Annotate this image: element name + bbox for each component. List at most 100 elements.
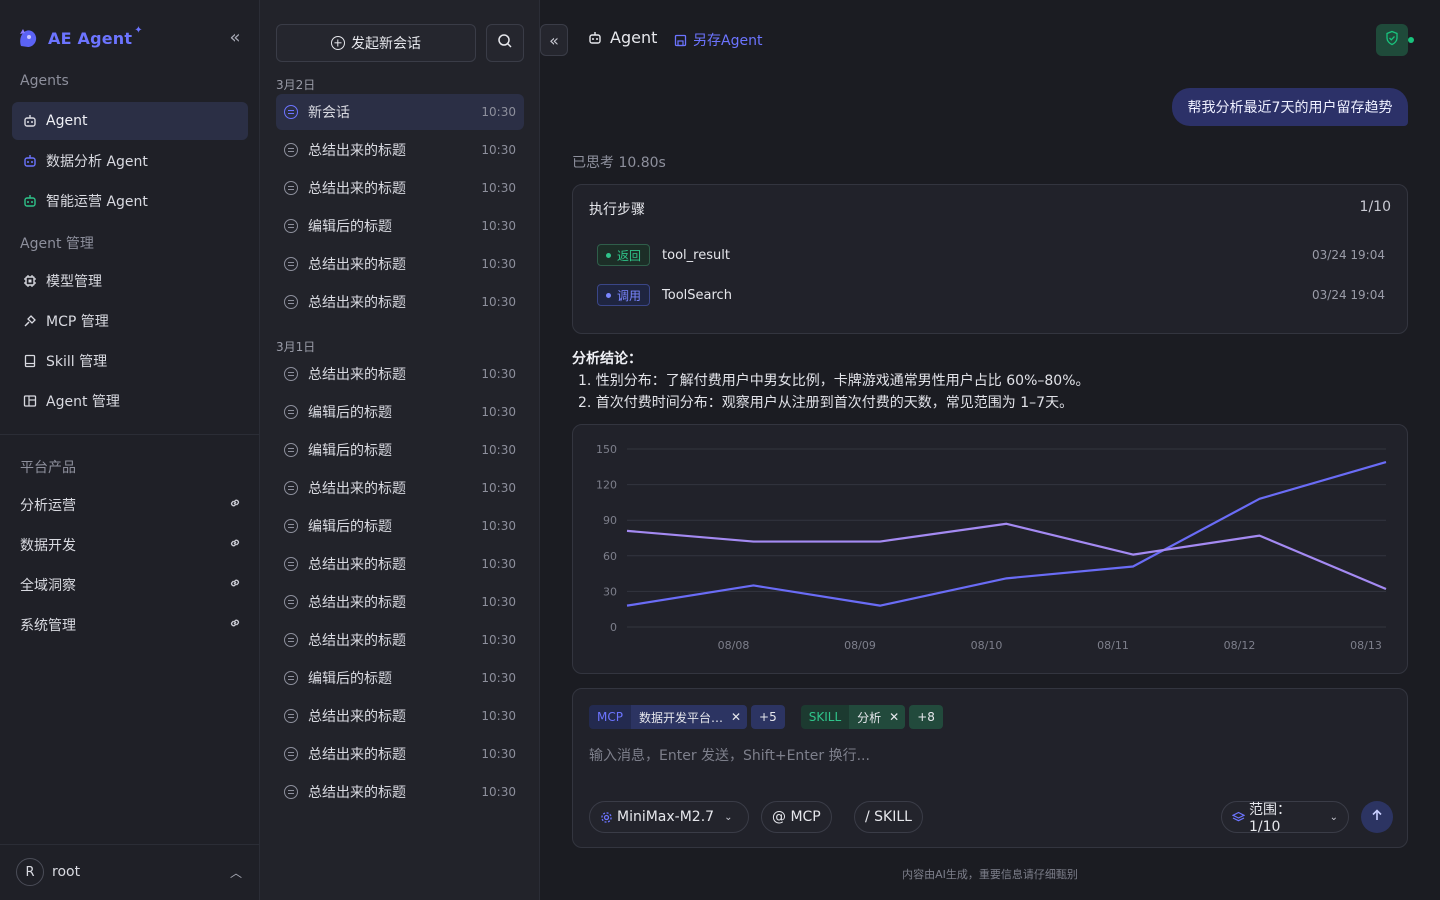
chevron-down-icon: ⌄ <box>724 811 733 823</box>
conversation-item[interactable]: 编辑后的标题 10:30 <box>276 394 524 430</box>
platform-link-system-management[interactable]: 系统管理 <box>20 614 242 636</box>
close-icon[interactable]: ✕ <box>889 710 899 724</box>
conversation-time: 10:30 <box>481 671 516 685</box>
skill-chip-value-wrap: 分析 ✕ <box>849 705 906 729</box>
conversation-time: 10:30 <box>481 219 516 233</box>
sidebar-item-model-management[interactable]: 模型管理 <box>12 262 248 300</box>
avatar: R <box>16 858 44 886</box>
dot-icon <box>606 292 611 298</box>
skill-button[interactable]: / SKILL <box>854 801 923 833</box>
new-chat-label: 发起新会话 <box>351 36 421 52</box>
conversation-title: 总结出来的标题 <box>308 143 406 159</box>
gear-icon <box>600 811 613 824</box>
conversation-time: 10:30 <box>481 367 516 381</box>
mcp-button[interactable]: @ MCP <box>761 801 832 833</box>
sidebar-item-agent-management[interactable]: Agent 管理 <box>12 382 248 420</box>
chat-bubble-icon <box>284 405 298 419</box>
conversation-title: 编辑后的标题 <box>308 671 392 687</box>
conversation-item[interactable]: 总结出来的标题 10:30 <box>276 774 524 810</box>
step-row[interactable]: 返回 tool_result 03/24 19:04 <box>597 243 1385 267</box>
close-icon[interactable]: ✕ <box>731 710 741 724</box>
conversation-item[interactable]: 总结出来的标题 10:30 <box>276 736 524 772</box>
send-button[interactable] <box>1361 801 1393 833</box>
app-name: AE Agent <box>48 28 133 48</box>
conversation-title: 编辑后的标题 <box>308 443 392 459</box>
more-mcp-badge[interactable]: +5 <box>751 705 785 729</box>
conversation-item[interactable]: 编辑后的标题 10:30 <box>276 432 524 468</box>
conversation-time: 10:30 <box>481 295 516 309</box>
sidebar-item-label: MCP 管理 <box>46 314 109 330</box>
sidebar-item-label: 模型管理 <box>46 274 102 290</box>
conversation-item[interactable]: 总结出来的标题 10:30 <box>276 698 524 734</box>
user-menu[interactable]: R root ︿ <box>16 856 248 888</box>
conversation-item[interactable]: 总结出来的标题 10:30 <box>276 622 524 658</box>
sidebar-item-data-analysis-agent[interactable]: 数据分析 Agent <box>12 142 248 180</box>
sidebar-divider <box>0 844 259 845</box>
sidebar-item-label: Agent 管理 <box>46 394 120 410</box>
conversation-item[interactable]: 总结出来的标题 10:30 <box>276 584 524 620</box>
sidebar-item-label: Skill 管理 <box>46 354 108 370</box>
robot-icon <box>22 193 38 209</box>
plug-icon <box>22 313 38 329</box>
sidebar-item-skill-management[interactable]: Skill 管理 <box>12 342 248 380</box>
conversation-item[interactable]: 编辑后的标题 10:30 <box>276 508 524 544</box>
scope-select[interactable]: 范围：1/10 ⌄ <box>1221 801 1349 835</box>
y-tick-label: 90 <box>603 514 617 527</box>
collapse-sidebar-button[interactable]: « <box>224 28 246 50</box>
conversation-item[interactable]: 总结出来的标题 10:30 <box>276 470 524 506</box>
conversation-item[interactable]: 编辑后的标题 10:30 <box>276 660 524 696</box>
conversation-item[interactable]: 总结出来的标题 10:30 <box>276 246 524 282</box>
conversation-item[interactable]: 编辑后的标题 10:30 <box>276 208 524 244</box>
conversation-item[interactable]: 总结出来的标题 10:30 <box>276 132 524 168</box>
conversation-item[interactable]: 总结出来的标题 10:30 <box>276 356 524 392</box>
model-name: MiniMax-M2.7 <box>617 809 715 825</box>
logo[interactable]: AE Agent ✦ « <box>16 24 246 52</box>
sidebar-item-smart-ops-agent[interactable]: 智能运营 Agent <box>12 182 248 220</box>
conversation-item[interactable]: 新会话 10:30 <box>276 94 524 130</box>
execution-steps-card[interactable]: 执行步骤 1/10 返回 tool_result 03/24 19:04 调用 … <box>572 184 1408 334</box>
book-icon <box>22 353 38 369</box>
mcp-chip[interactable]: MCP 数据开发平台… ✕ <box>589 705 748 729</box>
sidebar-item-agent[interactable]: Agent <box>12 102 248 140</box>
y-tick-label: 120 <box>596 479 617 492</box>
message-input[interactable] <box>589 745 1389 767</box>
step-row[interactable]: 调用 ToolSearch 03/24 19:04 <box>597 283 1385 307</box>
search-button[interactable] <box>486 24 524 62</box>
platform-link-data-dev[interactable]: 数据开发 <box>20 534 242 556</box>
analysis-line: 1. 性别分布：了解付费用户中男女比例，卡牌游戏通常男性用户占比 60%–80%… <box>578 373 1090 389</box>
conversation-time: 10:30 <box>481 747 516 761</box>
search-icon <box>497 33 513 53</box>
tag-label: 调用 <box>617 288 642 303</box>
more-skill-badge[interactable]: +8 <box>909 705 943 729</box>
conversation-title: 总结出来的标题 <box>308 181 406 197</box>
y-tick-label: 60 <box>603 550 617 563</box>
model-select[interactable]: MiniMax-M2.7 ⌄ <box>589 801 749 833</box>
conversation-title: 总结出来的标题 <box>308 295 406 311</box>
skill-chip-value: 分析 <box>857 710 882 725</box>
y-tick-label: 150 <box>596 443 617 456</box>
sidebar-item-mcp-management[interactable]: MCP 管理 <box>12 302 248 340</box>
chat-bubble-icon <box>284 519 298 533</box>
save-as-agent-link[interactable]: 另存Agent <box>674 30 762 50</box>
conversation-time: 10:30 <box>481 785 516 799</box>
chat-bubble-icon <box>284 785 298 799</box>
skill-chip[interactable]: SKILL 分析 ✕ <box>800 705 906 729</box>
composer: MCP 数据开发平台… ✕ +5 SKILL 分析 ✕ +8 MiniMax-M2.… <box>572 688 1408 848</box>
chat-bubble-icon <box>284 481 298 495</box>
conversation-item[interactable]: 总结出来的标题 10:30 <box>276 284 524 320</box>
plus-circle-icon <box>331 36 345 50</box>
security-button[interactable] <box>1376 24 1408 56</box>
date-group-label: 3月2日 <box>276 78 316 92</box>
conversation-item[interactable]: 总结出来的标题 10:30 <box>276 546 524 582</box>
expand-panel-button[interactable]: « <box>540 24 568 56</box>
platform-link-insight[interactable]: 全域洞察 <box>20 574 242 596</box>
conversation-time: 10:30 <box>481 709 516 723</box>
chat-bubble-icon <box>284 557 298 571</box>
platform-link-analysis-ops[interactable]: 分析运营 <box>20 494 242 516</box>
new-chat-button[interactable]: 发起新会话 <box>276 24 476 62</box>
save-icon <box>674 34 687 47</box>
conversation-time: 10:30 <box>481 257 516 271</box>
sparkle-icon: ✦ <box>134 24 143 36</box>
conversation-item[interactable]: 总结出来的标题 10:30 <box>276 170 524 206</box>
sidebar-item-label: Agent <box>46 113 88 129</box>
